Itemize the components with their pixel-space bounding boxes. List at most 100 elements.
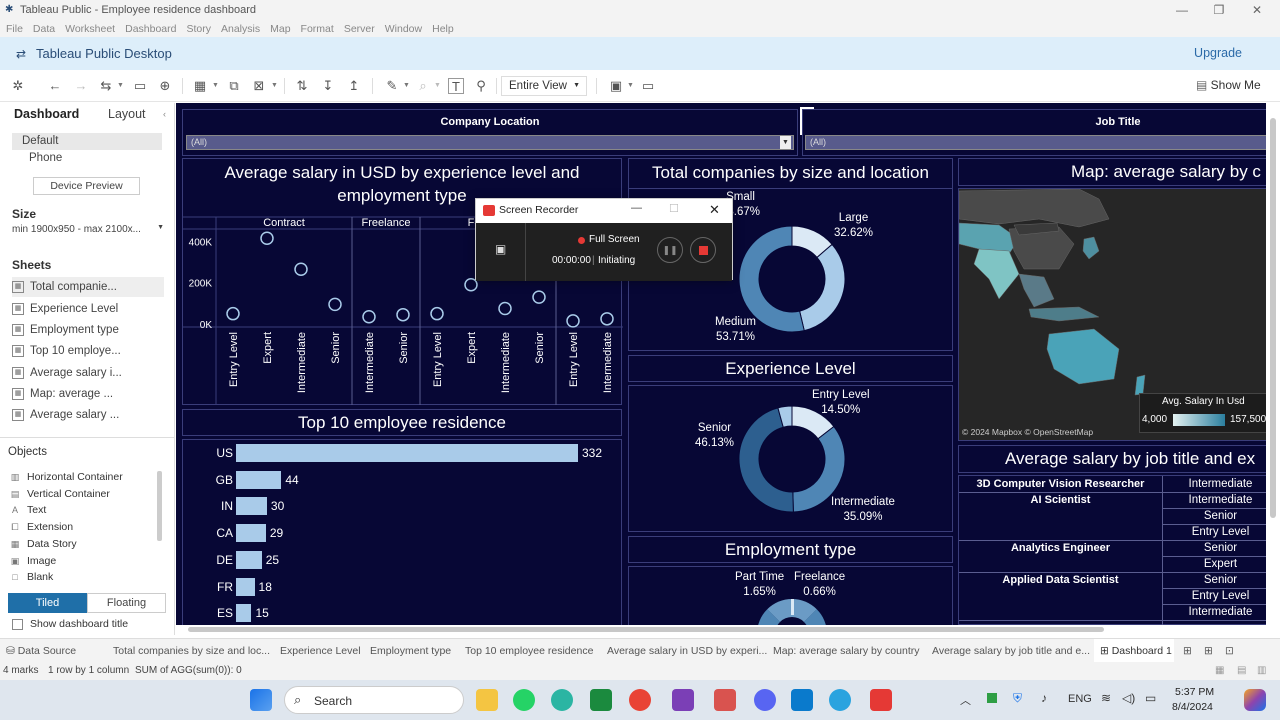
volume-icon[interactable]: ◁) [1122, 691, 1135, 705]
menu-worksheet[interactable]: Worksheet [65, 23, 115, 35]
taskbar-date[interactable]: 8/4/2024 [1172, 701, 1213, 713]
windows-start-icon[interactable] [250, 689, 272, 711]
object-text[interactable]: A Text [10, 504, 46, 516]
tray-app-icon[interactable] [987, 693, 997, 703]
sheet-item[interactable]: ▦ Experience Level [12, 299, 164, 319]
upgrade-link[interactable]: Upgrade [1194, 46, 1242, 60]
collapse-icon[interactable]: ‹ [163, 109, 166, 119]
chevron-down-icon[interactable]: ▼ [434, 78, 442, 94]
close-icon[interactable]: ✕ [1245, 2, 1269, 18]
swap-icon[interactable]: ⇅ [294, 78, 310, 94]
visual-studio-icon[interactable] [672, 689, 694, 711]
sheet-item[interactable]: ▦ Total companie... [12, 277, 164, 297]
undo-icon[interactable]: ← [47, 78, 63, 94]
dashboard-horizontal-scrollbar[interactable] [188, 627, 1104, 632]
menu-analysis[interactable]: Analysis [221, 23, 260, 35]
sheet-item[interactable]: ▦ Average salary ... [12, 405, 164, 425]
stop-button[interactable] [690, 237, 716, 263]
chevron-down-icon[interactable]: ▼ [117, 78, 125, 94]
app-icon[interactable] [714, 689, 736, 711]
chevron-down-icon[interactable]: ▼ [627, 78, 635, 94]
whatsapp-icon[interactable] [513, 689, 535, 711]
dashboard-vertical-scrollbar[interactable] [1270, 118, 1276, 518]
tab-sheet[interactable]: Top 10 employee residence [465, 645, 593, 657]
menu-format[interactable]: Format [301, 23, 334, 35]
company-location-dropdown[interactable]: (All) ▼ [186, 135, 794, 150]
job-title-dropdown[interactable]: (All) [805, 135, 1266, 150]
recorder-mode[interactable]: Full Screen [589, 234, 640, 245]
new-datasource-icon[interactable]: ⊕ [157, 78, 173, 94]
tableau-logo-icon[interactable]: ✲ [10, 78, 26, 94]
fit-select[interactable]: Entire View ▼ [501, 76, 587, 96]
tab-sheet[interactable]: Average salary by job title and e... [932, 645, 1090, 657]
folder-icon[interactable]: ▣ [495, 242, 506, 256]
object-data-story[interactable]: ▦ Data Story [10, 538, 77, 550]
tab-data-source[interactable]: ⛁ Data Source [6, 645, 76, 657]
minimize-icon[interactable]: — [1170, 2, 1194, 18]
discord-icon[interactable] [754, 689, 776, 711]
tab-layout[interactable]: Layout [108, 107, 146, 121]
floating-button[interactable]: Floating [87, 593, 166, 613]
device-default[interactable]: Default [12, 133, 162, 150]
close-icon[interactable]: ✕ [709, 202, 720, 218]
sort-descending-icon[interactable]: ↥ [346, 78, 362, 94]
taskbar-search[interactable]: ⌕ Search [284, 686, 464, 714]
menu-dashboard[interactable]: Dashboard [125, 23, 176, 35]
tab-dashboard-1[interactable]: ⊞ Dashboard 1 [1094, 639, 1174, 663]
file-explorer-icon[interactable] [476, 689, 498, 711]
minimize-icon[interactable]: — [631, 202, 642, 214]
cl-app-icon[interactable] [590, 689, 612, 711]
menu-map[interactable]: Map [270, 23, 290, 35]
new-worksheet-icon[interactable]: ⊞ [1183, 645, 1192, 657]
sheet-item[interactable]: ▦ Average salary i... [12, 363, 164, 383]
sheet-item[interactable]: ▦ Map: average ... [12, 384, 164, 404]
grid-icon[interactable]: ▦ [1215, 665, 1224, 676]
device-phone[interactable]: Phone [29, 152, 62, 164]
objects-scrollbar[interactable] [157, 471, 162, 541]
highlight-icon[interactable]: ✎ [384, 78, 400, 94]
connect-icon[interactable]: ⇄ [16, 47, 26, 61]
labels-icon[interactable]: T [448, 78, 464, 94]
tab-sheet[interactable]: Total companies by size and loc... [113, 645, 270, 657]
new-worksheet-icon[interactable]: ▦ [192, 78, 208, 94]
size-select[interactable]: min 1900x950 - max 2100x... ▼ [12, 224, 164, 235]
object-horizontal-container[interactable]: ▥ Horizontal Container [10, 471, 123, 483]
menu-file[interactable]: File [6, 23, 23, 35]
object-extension[interactable]: ⧠ Extension [10, 521, 73, 533]
chevron-down-icon[interactable]: ▼ [212, 78, 220, 94]
menu-story[interactable]: Story [186, 23, 211, 35]
tab-sheet[interactable]: Employment type [370, 645, 451, 657]
group-icon[interactable]: ⌕ [415, 78, 431, 94]
new-dashboard-icon[interactable]: ⊞ [1204, 645, 1213, 657]
menu-window[interactable]: Window [385, 23, 422, 35]
restore-icon[interactable]: ❐ [1207, 2, 1231, 18]
tab-sheet[interactable]: Average salary in USD by experi... [607, 645, 767, 657]
object-image[interactable]: ▣ Image [10, 555, 56, 567]
maximize-icon[interactable]: ☐ [669, 202, 679, 215]
screen-recorder-taskbar-icon[interactable] [870, 689, 892, 711]
clear-sheet-icon[interactable]: ⊠ [251, 78, 267, 94]
sheet-item[interactable]: ▦ Top 10 employe... [12, 341, 164, 361]
language-indicator[interactable]: ENG [1068, 693, 1092, 705]
pause-button[interactable]: ❚❚ [657, 237, 683, 263]
tab-sheet[interactable]: Experience Level [280, 645, 361, 657]
shield-icon[interactable]: ⛨ [1013, 691, 1022, 706]
filmstrip-icon[interactable]: ▥ [1257, 665, 1266, 676]
tab-dashboard[interactable]: Dashboard [14, 107, 79, 121]
tab-sheet[interactable]: Map: average salary by country [773, 645, 920, 657]
fit-icon[interactable]: ▤ [1237, 665, 1246, 676]
sort-ascending-icon[interactable]: ↧ [320, 78, 336, 94]
edge-icon[interactable] [551, 689, 573, 711]
show-me-button[interactable]: ▤ Show Me [1196, 78, 1261, 92]
chevron-down-icon[interactable]: ▼ [271, 78, 279, 94]
copilot-icon[interactable] [1244, 689, 1266, 711]
show-title-checkbox[interactable] [12, 619, 23, 630]
sheet-item[interactable]: ▦ Employment type [12, 320, 164, 340]
taskbar-time[interactable]: 5:37 PM [1175, 686, 1214, 698]
menu-help[interactable]: Help [432, 23, 454, 35]
chevron-down-icon[interactable]: ▼ [403, 78, 411, 94]
save-icon[interactable]: ▭ [132, 78, 148, 94]
duplicate-icon[interactable]: ⧉ [226, 78, 242, 94]
vscode-icon[interactable] [791, 689, 813, 711]
wifi-icon[interactable]: ≋ [1101, 691, 1111, 705]
